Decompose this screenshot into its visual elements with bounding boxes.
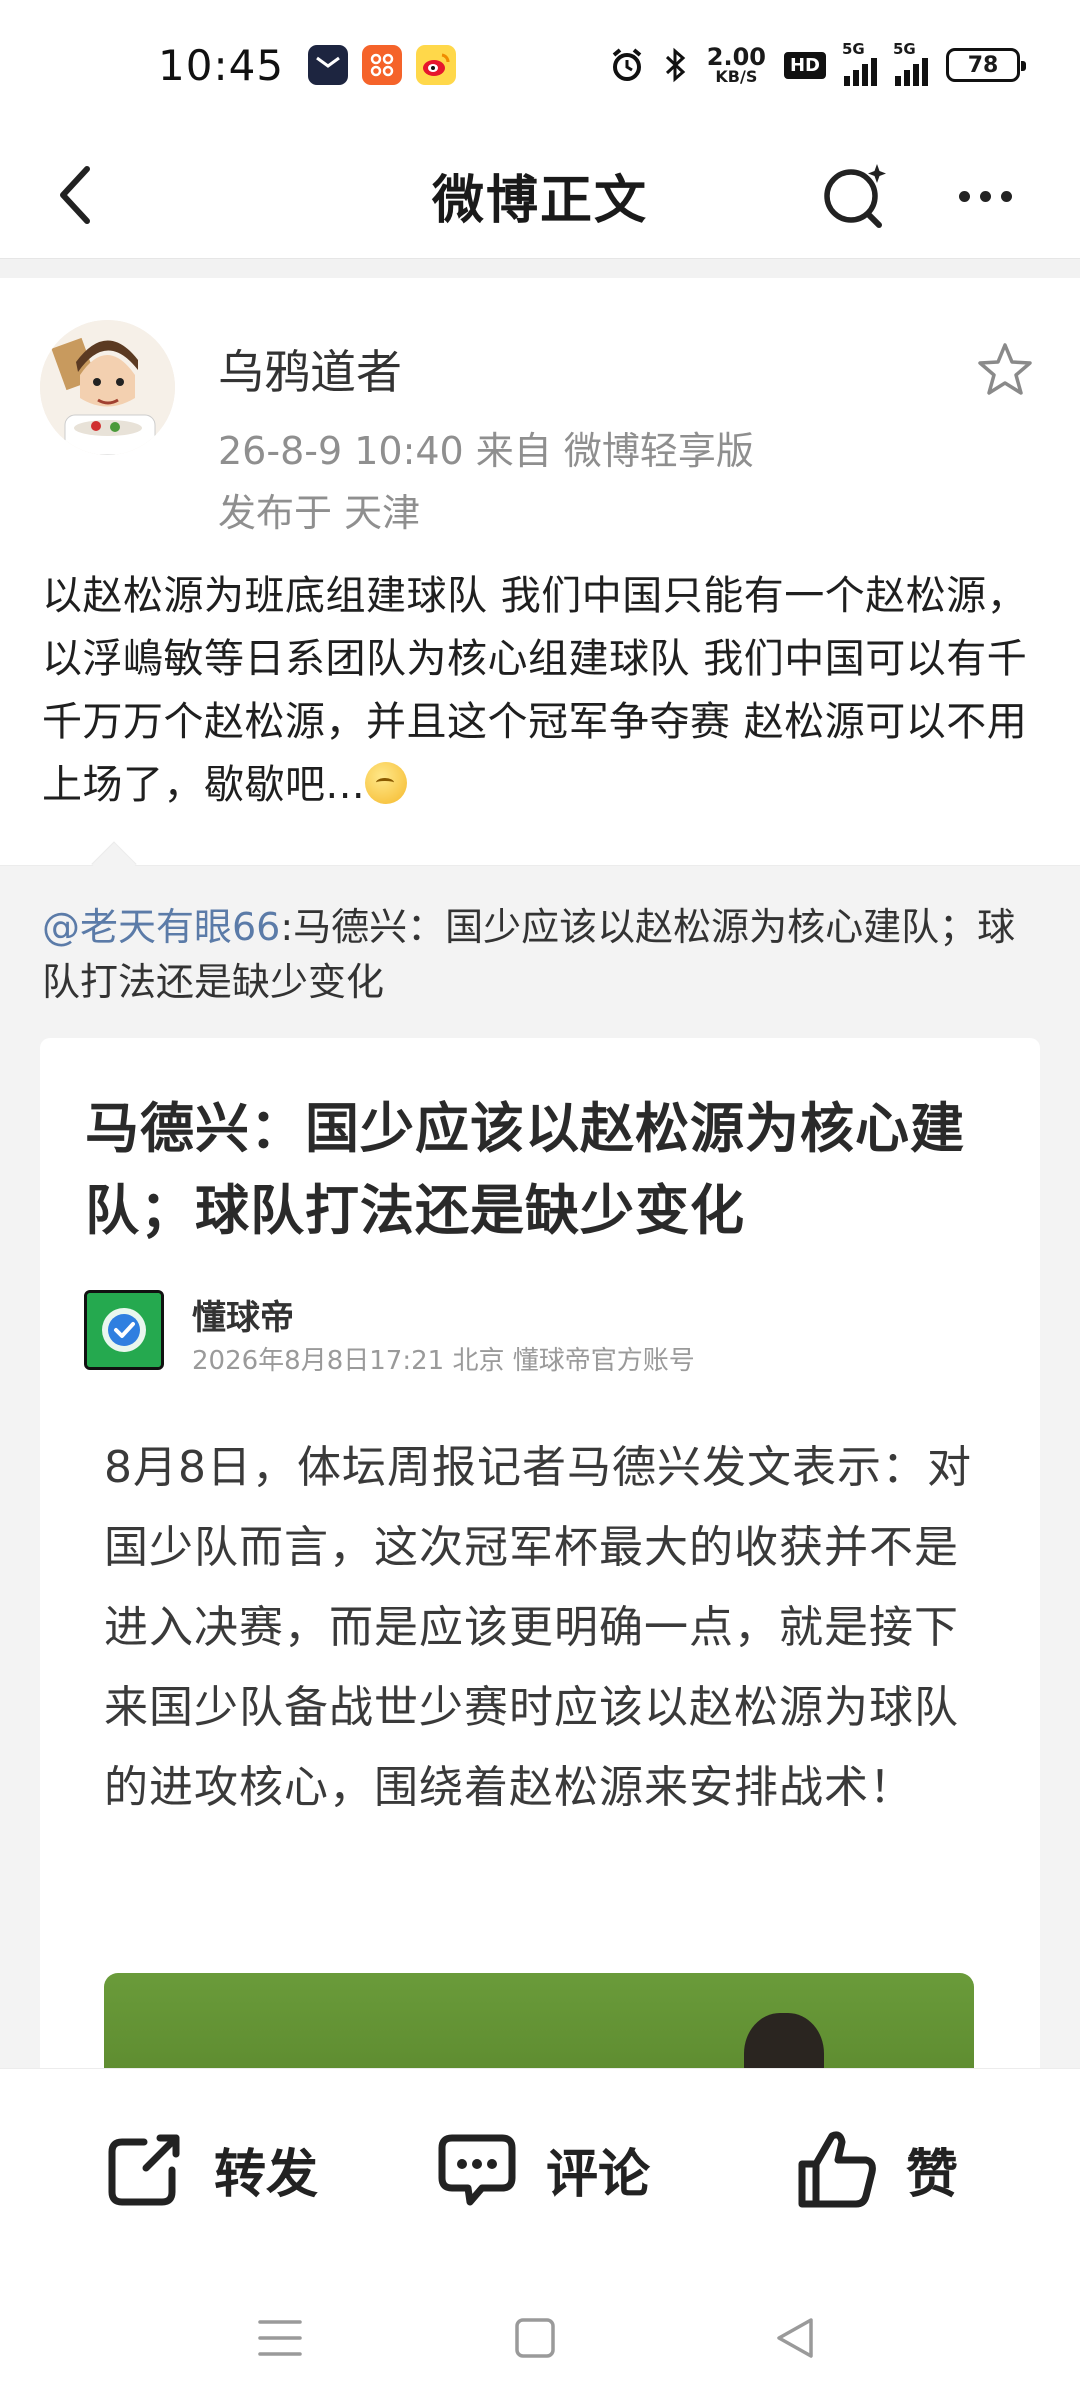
network-speed: 2.00 KB/S bbox=[707, 45, 766, 85]
system-icons: 2.00 KB/S HD 5G 5G 78 bbox=[609, 40, 1026, 86]
back-button[interactable] bbox=[40, 160, 110, 230]
search-button[interactable] bbox=[815, 156, 895, 236]
status-bar: 10:45 2.00 KB/S HD 5G 5G 78 bbox=[0, 0, 1080, 130]
notification-icons bbox=[308, 45, 456, 85]
triangle-back-icon bbox=[777, 2318, 813, 2358]
page-title: 微博正文 bbox=[431, 170, 648, 231]
repost-button[interactable]: 转发 bbox=[100, 2119, 318, 2219]
post-text-content: 以赵松源为班底组建球队 我们中国只能有一个赵松源，以浮嶋敏等日系团队为核心组建球… bbox=[42, 573, 1028, 808]
search-sparkle-icon bbox=[824, 164, 886, 228]
hd-voice-icon: HD bbox=[783, 51, 826, 79]
system-nav-bar bbox=[0, 2268, 1080, 2400]
more-button[interactable] bbox=[945, 156, 1025, 236]
more-dot-icon bbox=[958, 190, 970, 202]
post-text: 以赵松源为班底组建球队 我们中国只能有一个赵松源，以浮嶋敏等日系团队为核心组建球… bbox=[42, 565, 1042, 817]
thumbs-up-icon bbox=[798, 2131, 876, 2208]
comment-button[interactable]: 评论 bbox=[432, 2119, 650, 2219]
square-icon bbox=[515, 2318, 555, 2358]
bluetooth-icon bbox=[665, 47, 685, 83]
menu-icon bbox=[258, 2320, 302, 2356]
network-speed-value: 2.00 bbox=[706, 43, 766, 71]
star-icon bbox=[978, 343, 1032, 395]
alarm-icon bbox=[612, 48, 642, 81]
more-dot-icon bbox=[979, 190, 991, 202]
source-logo bbox=[84, 1290, 164, 1370]
battery-icon: 78 bbox=[946, 48, 1026, 82]
comment-icon bbox=[438, 2134, 516, 2206]
status-time: 10:45 bbox=[158, 40, 285, 90]
post-meta: 26-8-9 10:40 来自 微博轻享版 bbox=[218, 429, 754, 473]
article-card[interactable]: 马德兴：国少应该以赵松源为核心建队；球队打法还是缺少变化 懂球帝 2026年8月… bbox=[40, 1038, 1040, 2138]
weibo-app-icon bbox=[416, 45, 456, 85]
like-label: 赞 bbox=[906, 2144, 959, 2205]
signal-1-icon: 5G bbox=[842, 40, 877, 86]
source-meta: 2026年8月8日17:21 北京 懂球帝官方账号 bbox=[192, 1346, 695, 1376]
author-name[interactable]: 乌鸦道者 bbox=[218, 336, 402, 402]
source-name: 懂球帝 bbox=[192, 1298, 294, 1338]
network-speed-unit: KB/S bbox=[715, 67, 758, 86]
sleepy-emoji-icon bbox=[365, 762, 408, 804]
home-button[interactable] bbox=[505, 2308, 565, 2368]
share-icon bbox=[108, 2134, 180, 2206]
nav-bar: 微博正文 bbox=[0, 130, 1080, 260]
repost-user-link[interactable]: @老天有眼66 bbox=[42, 905, 280, 949]
nav-divider bbox=[0, 258, 1080, 278]
post-location: 发布于 天津 bbox=[218, 491, 421, 535]
signal-2-icon: 5G bbox=[893, 40, 928, 86]
back-system-button[interactable] bbox=[765, 2308, 825, 2368]
recents-button[interactable] bbox=[250, 2308, 310, 2368]
repost-text: @老天有眼66:马德兴：国少应该以赵松源为核心建队；球队打法还是缺少变化 bbox=[42, 900, 1042, 1010]
more-dot-icon bbox=[1000, 190, 1012, 202]
chevron-left-icon bbox=[60, 166, 90, 224]
signal-1-label: 5G bbox=[842, 40, 865, 58]
article-body: 8月8日，体坛周报记者马德兴发文表示：对国少队而言，这次冠军杯最大的收获并不是进… bbox=[104, 1442, 972, 1813]
comment-label: 评论 bbox=[546, 2144, 651, 2205]
favorite-button[interactable] bbox=[975, 340, 1035, 400]
avatar[interactable] bbox=[40, 320, 175, 455]
post-header: 乌鸦道者 26-8-9 10:40 来自 微博轻享版 发布于 天津 bbox=[40, 320, 1040, 540]
action-bar: 转发 评论 赞 bbox=[0, 2068, 1080, 2268]
article-title: 马德兴：国少应该以赵松源为核心建队；球队打法还是缺少变化 bbox=[85, 1097, 965, 1242]
app-grid-icon bbox=[362, 45, 402, 85]
signal-2-label: 5G bbox=[893, 40, 916, 58]
repost-label: 转发 bbox=[214, 2144, 319, 2205]
like-button[interactable]: 赞 bbox=[792, 2119, 958, 2219]
mail-app-icon bbox=[308, 45, 348, 85]
